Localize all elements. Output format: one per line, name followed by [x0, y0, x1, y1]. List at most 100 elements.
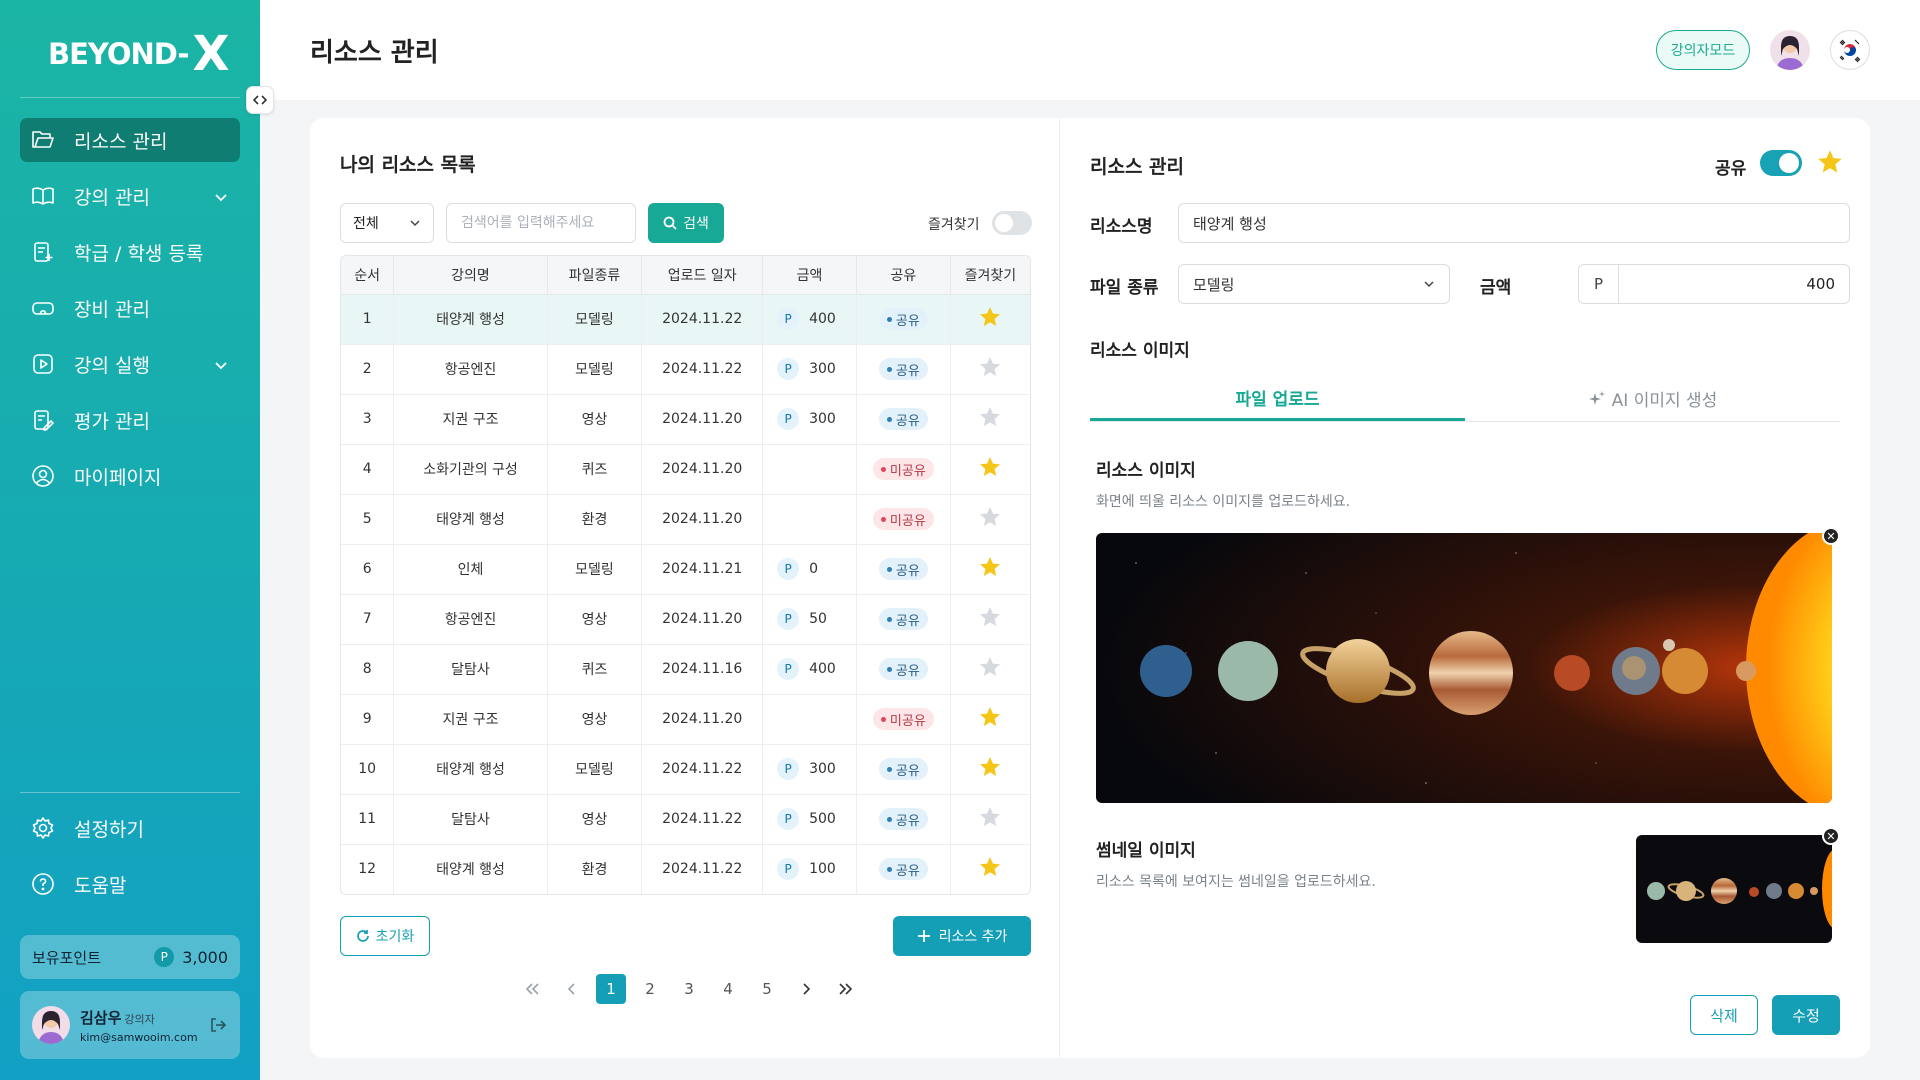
- refresh-icon: [356, 930, 369, 942]
- page-5[interactable]: 5: [752, 974, 782, 1004]
- row-price: P 300: [762, 394, 857, 445]
- star-filled-icon[interactable]: [978, 855, 1002, 879]
- price-cell-value: 0: [809, 561, 819, 577]
- evaluation-icon: [30, 407, 56, 433]
- point-icon: P: [777, 858, 800, 881]
- table-row[interactable]: 11 달탐사 영상 2024.11.22 P 500 공유: [341, 794, 1030, 845]
- reset-button[interactable]: 초기화: [340, 916, 430, 956]
- row-price: [762, 694, 857, 745]
- star-filled-icon[interactable]: [978, 555, 1002, 579]
- language-flag-icon[interactable]: [1830, 30, 1870, 70]
- search-button[interactable]: 검색: [648, 203, 724, 243]
- column-header: 금액: [762, 256, 857, 295]
- user-name-line: 김삼우 강의자: [80, 1007, 208, 1028]
- header-avatar[interactable]: [1770, 30, 1810, 70]
- share-toggle[interactable]: [1760, 150, 1802, 176]
- favorites-filter-toggle[interactable]: [992, 211, 1032, 235]
- table-row[interactable]: 7 항공엔진 영상 2024.11.20 P 50 공유: [341, 594, 1030, 645]
- sidebar-item-3[interactable]: 장비 관리: [20, 286, 240, 330]
- file-type-select[interactable]: 모델링: [1178, 264, 1450, 304]
- point-icon: P: [777, 308, 800, 330]
- star-empty-icon[interactable]: [978, 405, 1002, 429]
- table-row[interactable]: 2 항공엔진 모델링 2024.11.22 P 300 공유: [341, 344, 1030, 395]
- page-3[interactable]: 3: [674, 974, 704, 1004]
- add-resource-button[interactable]: 리소스 추가: [893, 916, 1031, 956]
- user-card: 김삼우 강의자 kim@samwooim.com: [20, 991, 240, 1059]
- sidebar-item-2[interactable]: 학급 / 학생 등록: [20, 230, 240, 274]
- row-share: 공유: [856, 794, 951, 845]
- search-input[interactable]: [446, 203, 636, 243]
- table-row[interactable]: 1 태양계 행성 모델링 2024.11.22 P 400 공유: [341, 294, 1030, 345]
- table-row[interactable]: 12 태양계 행성 환경 2024.11.22 P 100 공유: [341, 844, 1030, 894]
- star-empty-icon[interactable]: [978, 605, 1002, 629]
- sidebar-item-5[interactable]: 평가 관리: [20, 398, 240, 442]
- page-2[interactable]: 2: [635, 974, 665, 1004]
- row-favorite: [950, 744, 1030, 795]
- star-filled-icon[interactable]: [978, 705, 1002, 729]
- delete-button[interactable]: 삭제: [1690, 995, 1758, 1035]
- book-open-icon: [30, 183, 56, 209]
- table-row[interactable]: 8 달탐사 퀴즈 2024.11.16 P 400 공유: [341, 644, 1030, 695]
- row-number: 9: [341, 694, 395, 745]
- row-file-type: 퀴즈: [547, 444, 643, 495]
- row-share: 공유: [856, 594, 951, 645]
- star-empty-icon[interactable]: [978, 355, 1002, 379]
- price-cell-value: 400: [809, 661, 836, 677]
- sidebar-item-0[interactable]: 리소스 관리: [20, 118, 240, 162]
- chevron-down-icon: [214, 186, 228, 208]
- star-empty-icon[interactable]: [978, 505, 1002, 529]
- logout-icon[interactable]: [208, 1015, 228, 1035]
- row-name: 항공엔진: [393, 594, 548, 645]
- row-file-type: 모델링: [547, 744, 643, 795]
- row-price: P 400: [762, 294, 857, 345]
- price-input[interactable]: P 400: [1578, 264, 1850, 304]
- row-favorite: [950, 644, 1030, 695]
- star-filled-icon[interactable]: [978, 305, 1002, 329]
- resource-image-title: 리소스 이미지: [1096, 461, 1196, 481]
- table-row[interactable]: 9 지권 구조 영상 2024.11.20 미공유: [341, 694, 1030, 745]
- sidebar-item-1[interactable]: 도움말: [20, 862, 240, 906]
- sidebar-item-1[interactable]: 강의 관리: [20, 174, 240, 218]
- row-name: 태양계 행성: [393, 744, 548, 795]
- row-favorite: [950, 844, 1030, 894]
- row-favorite: [950, 594, 1030, 645]
- sidebar-item-0[interactable]: 설정하기: [20, 806, 240, 850]
- table-row[interactable]: 3 지권 구조 영상 2024.11.20 P 300 공유: [341, 394, 1030, 445]
- table-row[interactable]: 6 인체 모델링 2024.11.21 P 0 공유: [341, 544, 1030, 595]
- edit-button[interactable]: 수정: [1772, 995, 1840, 1035]
- favorite-star-icon[interactable]: [1816, 148, 1844, 180]
- filter-select[interactable]: 전체: [340, 203, 434, 243]
- last-page-icon[interactable]: [830, 974, 860, 1004]
- sidebar-item-4[interactable]: 강의 실행: [20, 342, 240, 386]
- page-4[interactable]: 4: [713, 974, 743, 1004]
- list-title: 나의 리소스 목록: [340, 154, 476, 176]
- table-row[interactable]: 10 태양계 행성 모델링 2024.11.22 P 300 공유: [341, 744, 1030, 795]
- table-row[interactable]: 4 소화기관의 구성 퀴즈 2024.11.20 미공유: [341, 444, 1030, 495]
- sidebar-item-label: 강의 실행: [74, 354, 150, 377]
- next-page-icon[interactable]: [791, 974, 821, 1004]
- row-file-type: 모델링: [547, 344, 643, 395]
- star-empty-icon[interactable]: [978, 805, 1002, 829]
- tab-file-upload[interactable]: 파일 업로드: [1090, 376, 1465, 421]
- remove-image-close-icon[interactable]: ✕: [1822, 527, 1840, 545]
- prev-page-icon[interactable]: [557, 974, 587, 1004]
- sidebar-collapse-button[interactable]: [246, 86, 274, 114]
- star-empty-icon[interactable]: [978, 655, 1002, 679]
- table-row[interactable]: 5 태양계 행성 환경 2024.11.20 미공유: [341, 494, 1030, 545]
- row-favorite: [950, 394, 1030, 445]
- file-type-label: 파일 종류: [1090, 278, 1159, 298]
- instructor-mode-button[interactable]: 강의자모드: [1656, 30, 1750, 70]
- sidebar-item-6[interactable]: 마이페이지: [20, 454, 240, 498]
- remove-thumbnail-close-icon[interactable]: ✕: [1822, 827, 1840, 845]
- top-header: 리소스 관리 강의자모드: [260, 0, 1920, 100]
- star-filled-icon[interactable]: [978, 755, 1002, 779]
- tab-ai-image[interactable]: AI 이미지 생성: [1465, 376, 1840, 421]
- chevron-down-icon: [214, 354, 228, 376]
- resource-name-input[interactable]: 태양계 행성: [1178, 203, 1850, 243]
- avatar[interactable]: [32, 1006, 70, 1044]
- page-1[interactable]: 1: [596, 974, 626, 1004]
- star-filled-icon[interactable]: [978, 455, 1002, 479]
- user-info: 김삼우 강의자 kim@samwooim.com: [80, 1007, 208, 1044]
- brand-logo[interactable]: BEYOND- X: [48, 26, 229, 82]
- first-page-icon[interactable]: [518, 974, 548, 1004]
